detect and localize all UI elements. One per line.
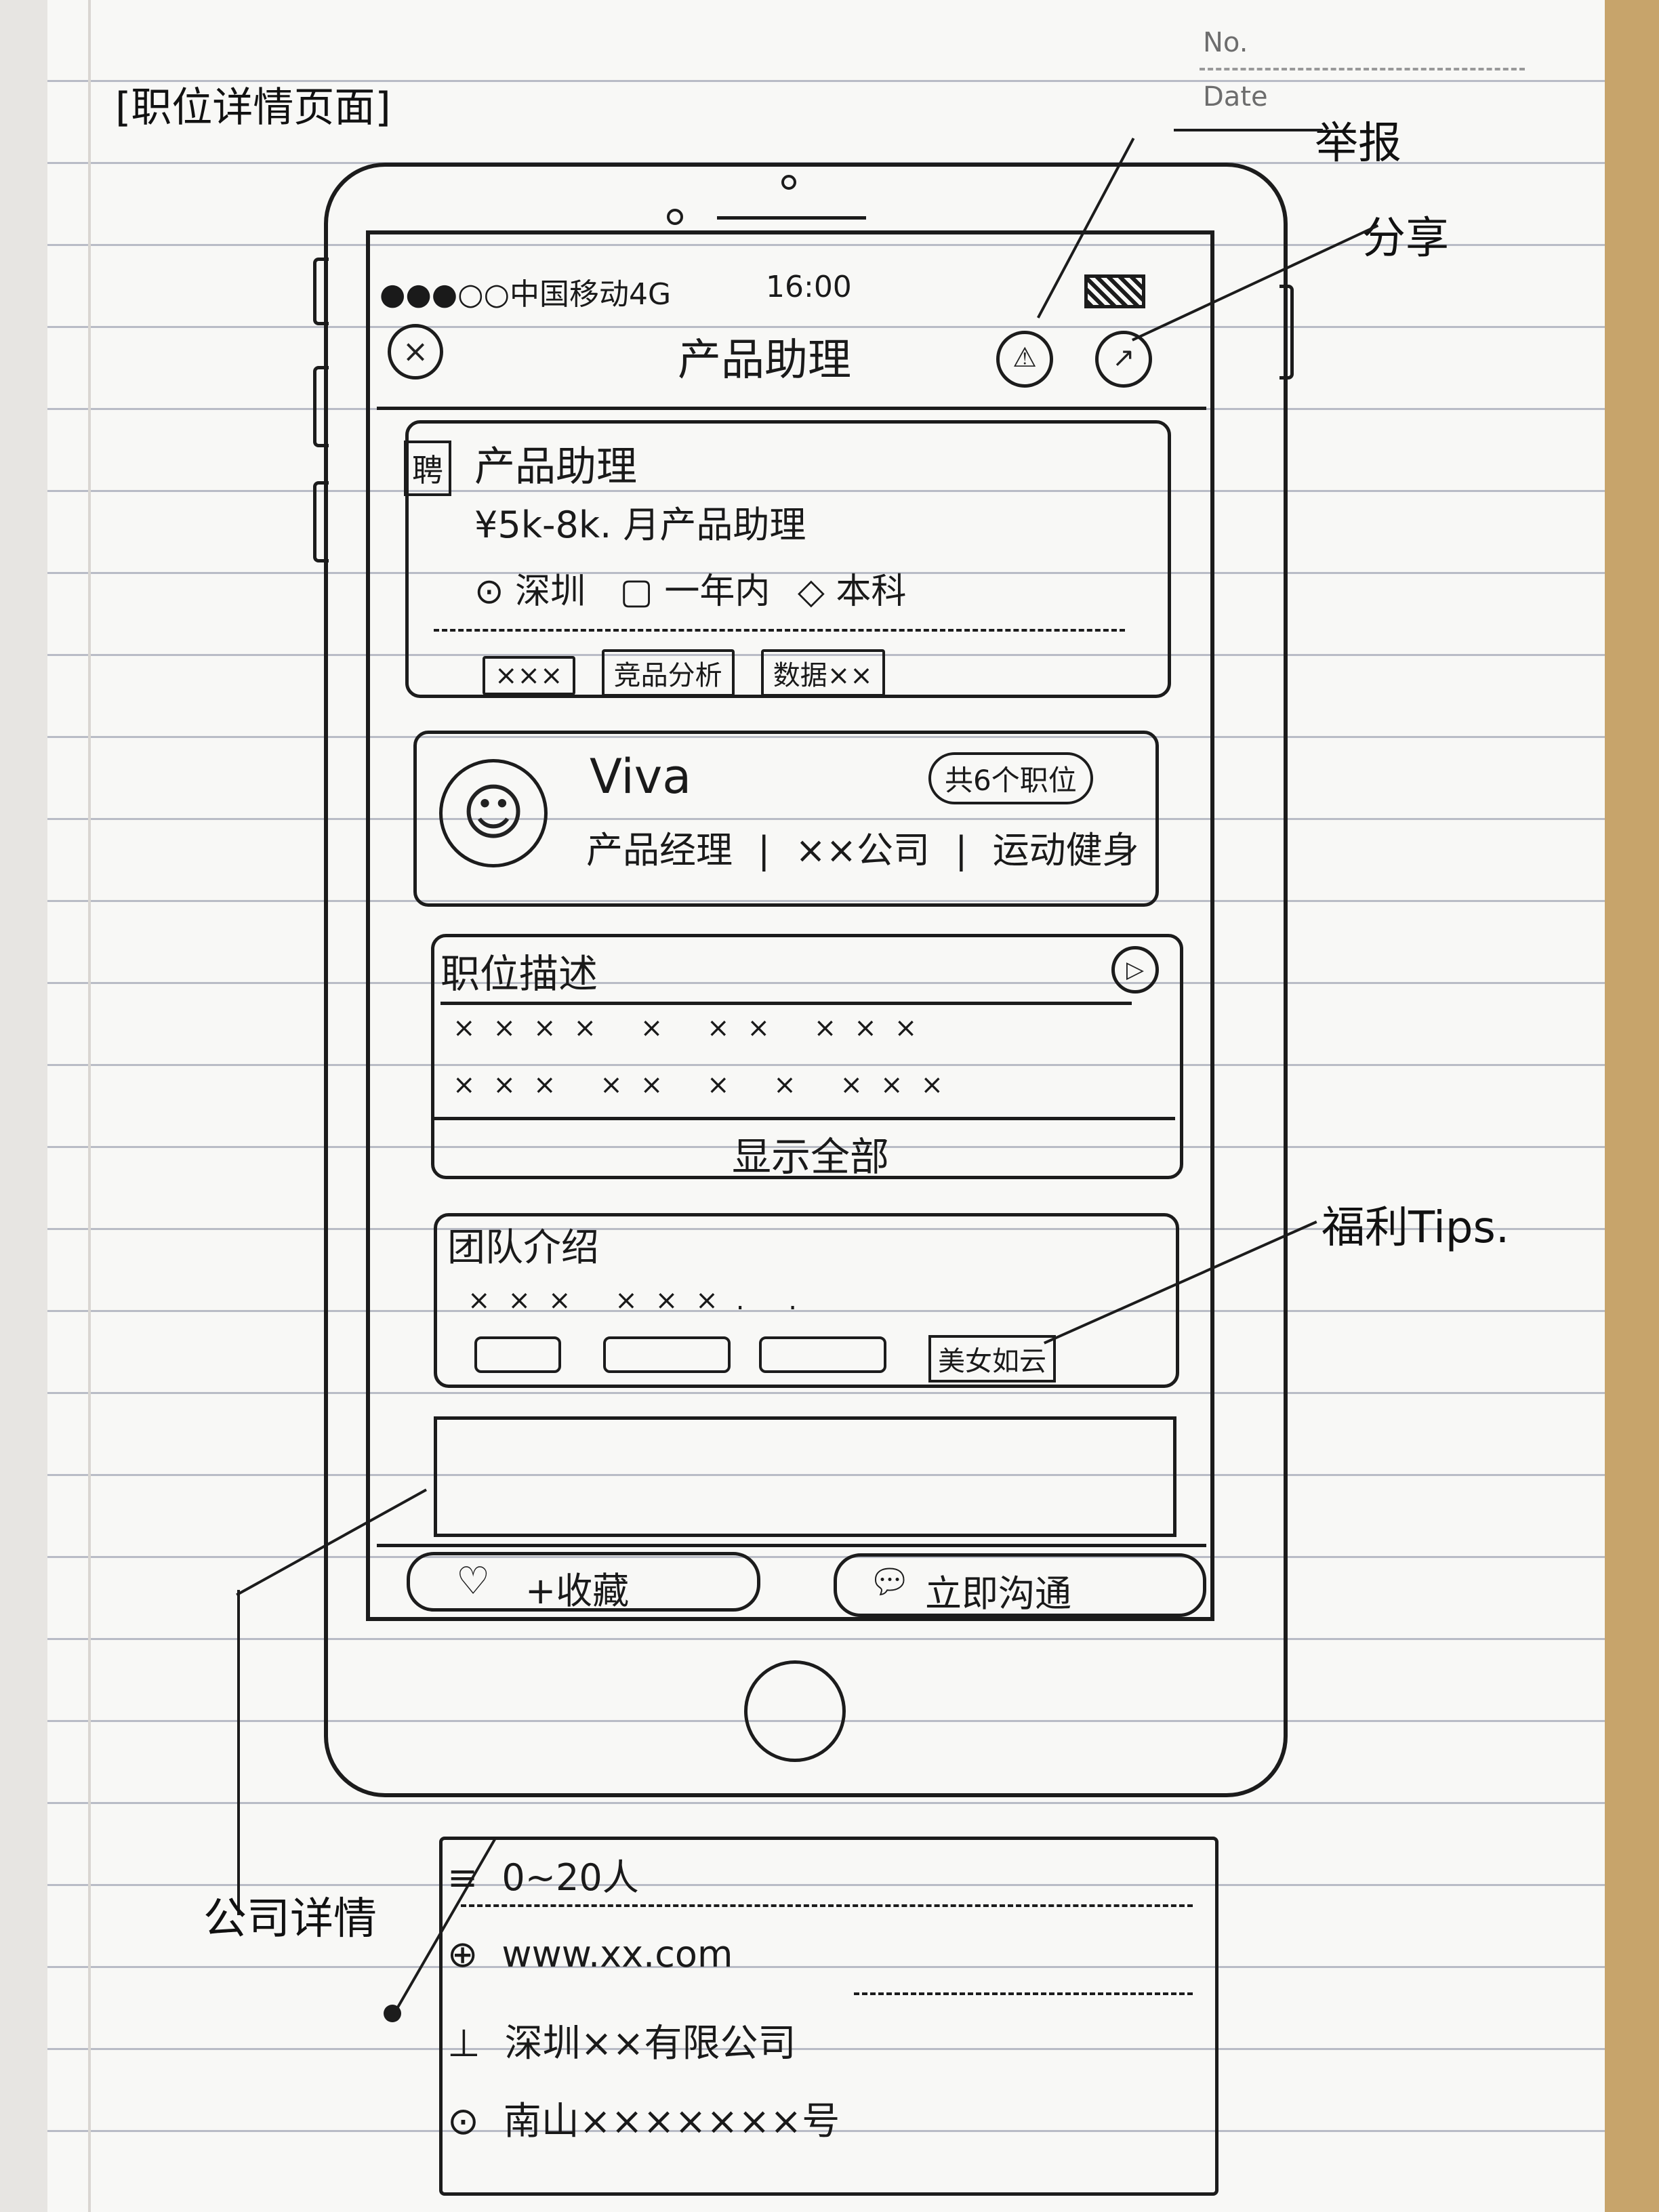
job-card-divider <box>434 629 1125 632</box>
paper-margin-line <box>88 0 91 2212</box>
recruiter-job-count[interactable]: 共6个职位 <box>928 752 1093 804</box>
panel-divider <box>461 1904 1193 1907</box>
description-divider <box>434 1117 1175 1120</box>
nav-divider <box>377 407 1206 410</box>
page-heading: [职位详情页面] <box>115 84 391 131</box>
team-perk-tag: 美女如云 <box>928 1335 1056 1382</box>
team-tag <box>759 1336 886 1373</box>
job-meta: ⊙ 深圳 ▢ 一年内 ◇ 本科 <box>474 562 906 613</box>
favorite-button[interactable]: ♡ +收藏 <box>407 1552 760 1612</box>
mute-switch <box>313 258 329 325</box>
company-callout-line <box>237 1590 240 1915</box>
job-tag: 数据×× <box>760 649 885 697</box>
status-carrier: ●●●○○中国移动4G <box>380 277 672 312</box>
location-pin-icon: ⊙ <box>474 571 504 612</box>
annotation-company-details: 公司详情 <box>203 1894 377 1944</box>
proximity-sensor <box>667 209 683 225</box>
description-row: ××× ×× × × ××× <box>453 1069 962 1101</box>
show-all-button[interactable]: 显示全部 <box>732 1125 889 1182</box>
recruiter-name: Viva <box>590 749 692 804</box>
job-badge: 聘 <box>404 441 451 496</box>
job-education: 本科 <box>836 571 907 612</box>
graduation-cap-icon: ◇ <box>797 571 825 612</box>
job-location: 深圳 <box>515 571 586 612</box>
job-tag: ××× <box>483 656 575 695</box>
team-tag <box>474 1336 561 1373</box>
building-icon: ⊥ <box>447 2022 480 2066</box>
status-time: 16:00 <box>766 270 852 304</box>
bottom-bar-divider <box>377 1544 1206 1547</box>
briefcase-icon: ▢ <box>619 571 653 612</box>
list-icon: ≡ <box>447 1856 478 1899</box>
company-info-placeholder[interactable] <box>434 1416 1176 1537</box>
team-heading: 团队介绍 <box>447 1226 599 1270</box>
job-tag: 竞品分析 <box>601 649 735 697</box>
description-underline <box>441 1002 1132 1005</box>
battery-icon <box>1084 274 1145 308</box>
earpiece-speaker <box>717 207 866 220</box>
notebook-no-line <box>1200 68 1525 70</box>
description-heading: 职位描述 <box>441 951 598 997</box>
panel-divider <box>854 1992 1193 1995</box>
job-experience: 一年内 <box>664 571 771 612</box>
globe-icon: ⊕ <box>447 1933 478 1975</box>
company-size: 0~20人 <box>501 1856 639 1899</box>
company-address-row: ⊙ 南山×××××××号 <box>447 2091 840 2146</box>
company-address: 南山×××××××号 <box>503 2100 840 2144</box>
heart-icon: ♡ <box>456 1559 491 1603</box>
callout-dot <box>384 2005 401 2022</box>
company-name-row: ⊥ 深圳××有限公司 <box>447 2013 796 2068</box>
annotation-report: 举报 <box>1315 119 1401 169</box>
job-title: 产品助理 <box>474 443 637 491</box>
annotation-perk-tips: 福利Tips. <box>1322 1203 1510 1253</box>
recruiter-info: 产品经理 | ××公司 | 运动健身 <box>586 829 1139 872</box>
company-name: 深圳××有限公司 <box>504 2022 796 2066</box>
home-button[interactable] <box>744 1660 846 1762</box>
company-size-row: ≡ 0~20人 <box>447 1847 639 1901</box>
share-icon[interactable]: ↗ <box>1095 331 1152 388</box>
team-tag <box>603 1336 731 1373</box>
desk-edge <box>1605 0 1659 2212</box>
favorite-label: +收藏 <box>525 1570 630 1612</box>
notebook-no-label: No. <box>1203 27 1248 58</box>
volume-down-button <box>313 481 329 562</box>
recruiter-industry: 运动健身 <box>992 829 1139 872</box>
company-website-row: ⊕ www.xx.com <box>447 1933 733 1975</box>
alarm-icon[interactable]: ⚠ <box>996 331 1053 388</box>
avatar-icon: ☺ <box>439 759 548 867</box>
volume-up-button <box>313 366 329 447</box>
company-website[interactable]: www.xx.com <box>501 1933 733 1975</box>
chat-bubble-icon: 💬︎ <box>868 1562 912 1601</box>
description-row: ×××× × ×× ××× <box>453 1012 935 1044</box>
annotation-share: 分享 <box>1362 213 1449 264</box>
notebook-binding <box>0 0 49 2212</box>
front-camera <box>781 175 796 190</box>
job-salary: ¥5k-8k. 月产品助理 <box>474 504 806 546</box>
power-button <box>1279 285 1294 380</box>
job-tags: ××× 竞品分析 数据×× <box>483 649 908 697</box>
location-pin-icon: ⊙ <box>447 2100 479 2144</box>
close-icon[interactable]: × <box>388 324 443 380</box>
chat-now-button[interactable]: 💬︎ 立即沟通 <box>834 1553 1206 1617</box>
recruiter-company: ××公司 <box>795 829 930 872</box>
expand-icon[interactable]: ▷ <box>1111 946 1159 994</box>
recruiter-role: 产品经理 <box>586 829 733 872</box>
team-row: ××× ×××. . <box>468 1285 815 1316</box>
chat-label: 立即沟通 <box>925 1572 1071 1615</box>
notebook-date-label: Date <box>1203 81 1268 112</box>
report-callout-line <box>1174 129 1323 131</box>
nav-title: 产品助理 <box>678 335 851 386</box>
